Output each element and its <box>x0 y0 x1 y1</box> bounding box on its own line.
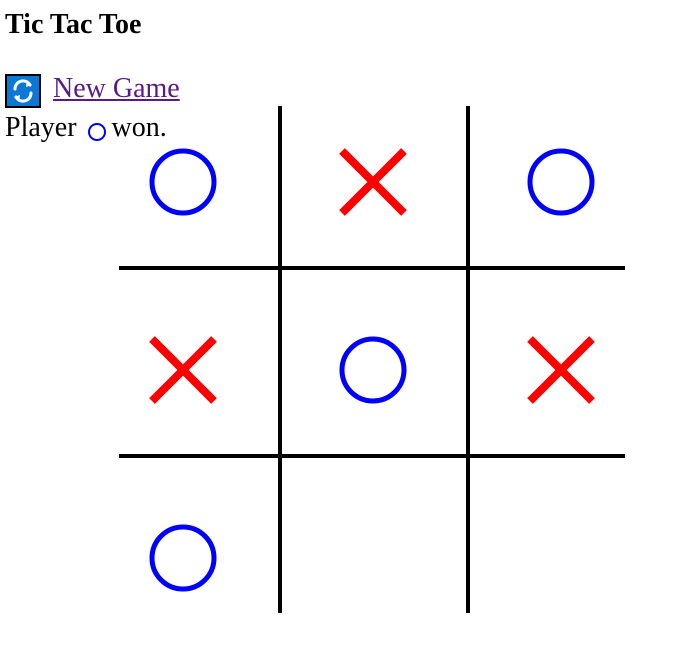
cell-hit-area[interactable] <box>468 106 625 267</box>
cell-hit-area[interactable] <box>280 455 468 613</box>
status-prefix: Player <box>5 112 77 143</box>
board-cell[interactable] <box>468 455 625 613</box>
board-canvas <box>119 106 625 613</box>
board-cell[interactable] <box>280 106 468 267</box>
board-cell[interactable] <box>468 106 625 267</box>
cell-hit-area[interactable] <box>119 267 280 455</box>
board-cell[interactable] <box>119 267 280 455</box>
cell-hit-area[interactable] <box>280 267 468 455</box>
refresh-icon <box>5 74 41 108</box>
board-cell[interactable] <box>119 455 280 613</box>
board-cells <box>119 106 625 613</box>
board-cell[interactable] <box>280 455 468 613</box>
new-game-link[interactable]: New Game <box>5 70 180 108</box>
new-game-label: New Game <box>53 73 180 104</box>
cell-hit-area[interactable] <box>468 455 625 613</box>
cell-hit-area[interactable] <box>119 106 280 267</box>
board-cell[interactable] <box>280 267 468 455</box>
game-board <box>91 106 655 613</box>
page-title: Tic Tac Toe <box>5 9 142 40</box>
board-cell[interactable] <box>119 106 280 267</box>
board-cell[interactable] <box>468 267 625 455</box>
